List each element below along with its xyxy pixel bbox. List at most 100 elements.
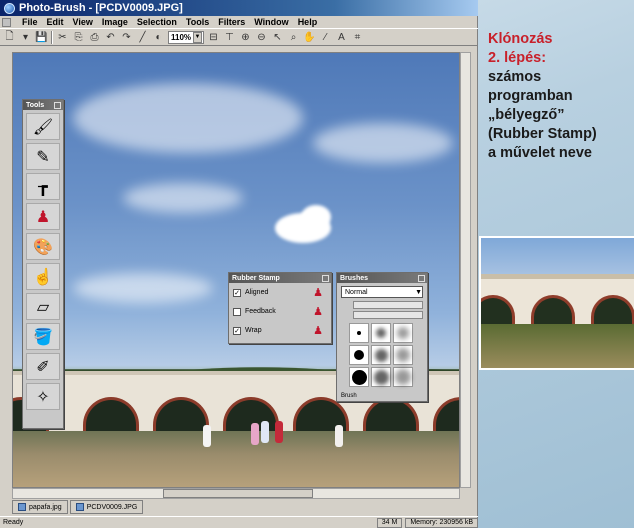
- brush-preset[interactable]: [393, 323, 413, 343]
- option-wrap[interactable]: ✓ Wrap ♟: [229, 321, 331, 340]
- vertical-scrollbar[interactable]: [460, 52, 471, 488]
- close-icon[interactable]: [54, 101, 61, 109]
- crop-icon[interactable]: ⌗: [351, 31, 364, 44]
- color-icon[interactable]: ◐: [152, 31, 165, 44]
- status-bar: Ready 34 M Memory: 230956 kB: [0, 516, 478, 528]
- rubber-stamp-tool-icon[interactable]: ♟: [26, 203, 60, 230]
- aligned-label: Aligned: [245, 289, 269, 296]
- white-cloud: [301, 205, 331, 229]
- tab-label: papafa.jpg: [29, 503, 62, 511]
- option-feedback[interactable]: Feedback ♟: [229, 302, 331, 321]
- fit-icon[interactable]: ⊟: [207, 31, 220, 44]
- menu-help[interactable]: Help: [298, 17, 318, 27]
- copy-icon[interactable]: ⎘: [72, 31, 85, 44]
- brushes-title[interactable]: Brushes: [337, 273, 427, 283]
- brush-preset[interactable]: [371, 323, 391, 343]
- airbrush-tool-icon[interactable]: ┲: [26, 173, 60, 200]
- actual-size-icon[interactable]: ⊤: [223, 31, 236, 44]
- brush-preset[interactable]: [349, 345, 369, 365]
- caption-line: (Rubber Stamp): [488, 126, 597, 142]
- tab-papafa[interactable]: papafa.jpg: [12, 500, 68, 514]
- caption-step: 2. lépés:: [488, 50, 547, 66]
- document-tabs: papafa.jpg PCDV0009.JPG: [12, 500, 144, 514]
- menu-window[interactable]: Window: [254, 17, 288, 27]
- menu-file[interactable]: File: [22, 17, 38, 27]
- brush-preset[interactable]: [371, 345, 391, 365]
- caption-line: programban: [488, 88, 573, 104]
- menu-selection[interactable]: Selection: [137, 17, 177, 27]
- tools-palette[interactable]: Tools 🖌 ✎ ┲ ♟ 🎨 ☝ ▱ 🪣 ✐ ✧: [22, 99, 64, 429]
- tab-pcdv0009[interactable]: PCDV0009.JPG: [69, 500, 144, 514]
- stamp-icon: ♟: [313, 325, 323, 337]
- text-icon[interactable]: A: [335, 31, 348, 44]
- rubber-stamp-title[interactable]: Rubber Stamp: [229, 273, 331, 283]
- undo-icon[interactable]: ↶: [104, 31, 117, 44]
- brushes-palette[interactable]: Brushes Normal ▼ Brush: [336, 272, 428, 402]
- document-system-icon[interactable]: [2, 17, 11, 27]
- chevron-down-icon[interactable]: ▼: [193, 31, 202, 43]
- save-icon[interactable]: 💾: [35, 31, 48, 44]
- brush-preset[interactable]: [349, 367, 369, 387]
- pencil-tool-icon[interactable]: ✎: [26, 143, 60, 170]
- stamp-icon: ♟: [313, 287, 323, 299]
- menu-filters[interactable]: Filters: [218, 17, 245, 27]
- brush-preset[interactable]: [371, 367, 391, 387]
- pointer-icon[interactable]: ↖: [271, 31, 284, 44]
- tools-palette-title[interactable]: Tools: [23, 100, 63, 110]
- cloud: [73, 273, 213, 303]
- brushes-title-text: Brushes: [340, 274, 369, 282]
- open-file-icon[interactable]: ▾: [19, 31, 32, 44]
- photo-canvas[interactable]: [12, 52, 460, 488]
- stamp-icon: ♟: [313, 306, 323, 318]
- eyedropper-icon[interactable]: ⁄: [319, 31, 332, 44]
- zoom-select[interactable]: 110% ▼: [168, 30, 204, 44]
- redo-icon[interactable]: ↷: [120, 31, 133, 44]
- title-bar[interactable]: Photo-Brush - [PCDV0009.JPG]: [0, 0, 478, 16]
- image-file-icon: [75, 503, 84, 511]
- brush-preset[interactable]: [349, 323, 369, 343]
- option-aligned[interactable]: ✓ Aligned ♟: [229, 283, 331, 302]
- magnifier-icon[interactable]: ⌕: [287, 31, 300, 44]
- menu-edit[interactable]: Edit: [47, 17, 64, 27]
- new-file-icon[interactable]: 🗋: [3, 31, 16, 44]
- brush-icon[interactable]: ╱: [136, 31, 149, 44]
- zoom-in-icon[interactable]: ⊕: [239, 31, 252, 44]
- person: [203, 425, 211, 447]
- brush-tool-icon[interactable]: 🖌: [26, 113, 60, 140]
- menu-tools[interactable]: Tools: [186, 17, 209, 27]
- wrap-checkbox[interactable]: ✓: [233, 326, 241, 335]
- hand-icon[interactable]: ✋: [303, 31, 316, 44]
- chevron-down-icon[interactable]: ▼: [415, 289, 422, 296]
- menu-image[interactable]: Image: [102, 17, 128, 27]
- size-slider[interactable]: [353, 311, 423, 319]
- opacity-slider[interactable]: [353, 301, 423, 309]
- close-icon[interactable]: [322, 274, 329, 282]
- rubber-stamp-palette[interactable]: Rubber Stamp ✓ Aligned ♟ Feedback ♟ ✓ Wr…: [228, 272, 332, 344]
- print-icon[interactable]: ⎙: [88, 31, 101, 44]
- person: [335, 425, 343, 447]
- scroll-thumb[interactable]: [163, 489, 313, 498]
- zoom-out-icon[interactable]: ⊖: [255, 31, 268, 44]
- eraser-tool-icon[interactable]: ▱: [26, 293, 60, 320]
- cloud: [73, 83, 303, 153]
- blend-mode-value: Normal: [345, 288, 368, 296]
- ground: [13, 431, 459, 487]
- photo-brush-window: Photo-Brush - [PCDV0009.JPG] File Edit V…: [0, 0, 478, 528]
- person: [261, 421, 269, 443]
- close-icon[interactable]: [418, 274, 425, 282]
- bucket-tool-icon[interactable]: 🪣: [26, 323, 60, 350]
- aligned-checkbox[interactable]: ✓: [233, 288, 241, 297]
- brush-preset[interactable]: [393, 367, 413, 387]
- caption-heading: Klónozás: [488, 31, 553, 47]
- brush-preset[interactable]: [393, 345, 413, 365]
- palette-tool-icon[interactable]: 🎨: [26, 233, 60, 260]
- retouch-tool-icon[interactable]: ✐: [26, 353, 60, 380]
- menu-view[interactable]: View: [73, 17, 93, 27]
- smudge-tool-icon[interactable]: ☝: [26, 263, 60, 290]
- horizontal-scrollbar[interactable]: [12, 488, 460, 499]
- effects-tool-icon[interactable]: ✧: [26, 383, 60, 410]
- cut-icon[interactable]: ✂: [56, 31, 69, 44]
- feedback-checkbox[interactable]: [233, 307, 241, 316]
- blend-mode-select[interactable]: Normal ▼: [341, 286, 423, 298]
- caption-line: számos: [488, 69, 542, 85]
